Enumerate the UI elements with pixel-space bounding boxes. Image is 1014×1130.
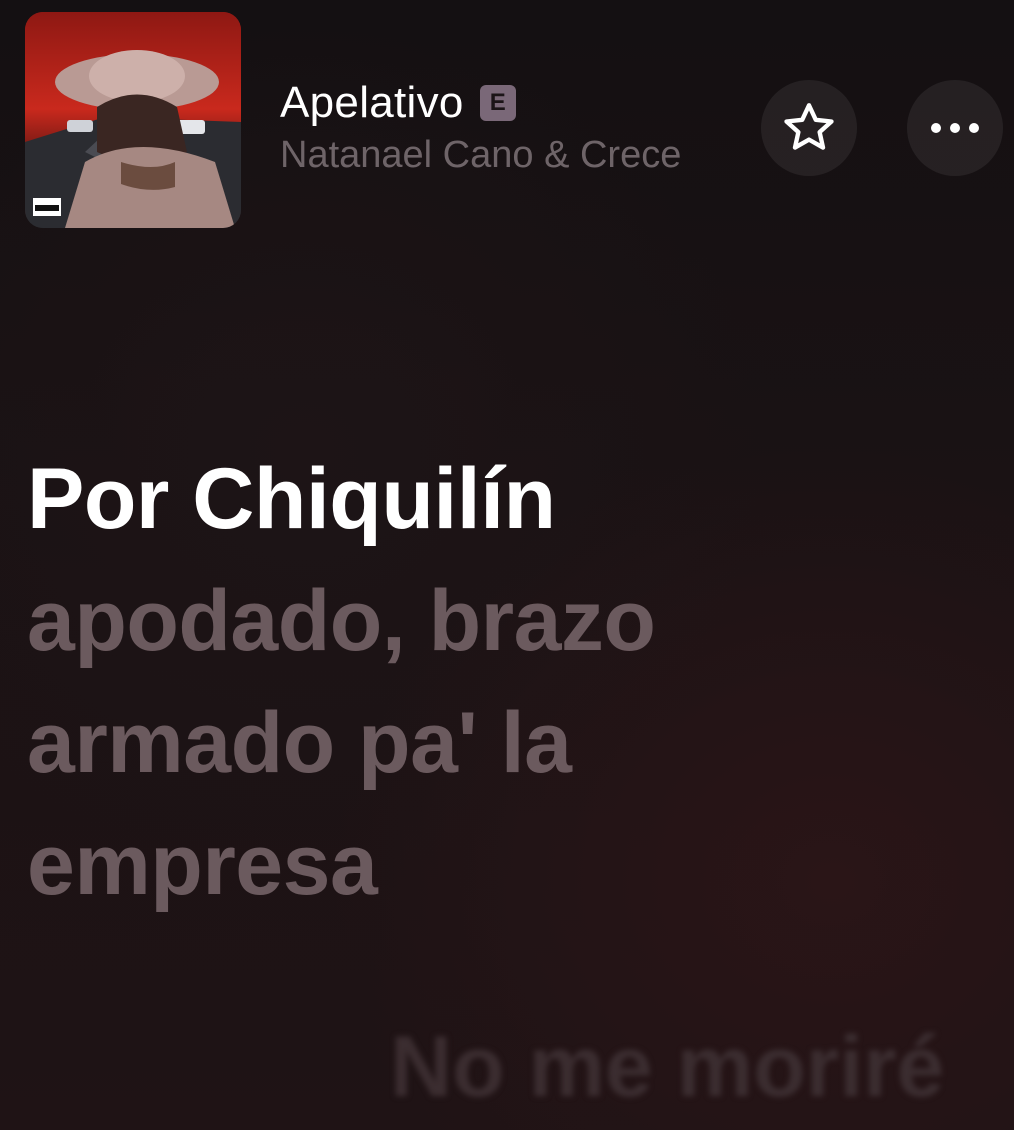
song-info[interactable]: Apelativo E Natanael Cano & Crece [280,74,750,177]
lyric-line-active[interactable]: Por Chiquilín [27,438,987,560]
song-title[interactable]: Apelativo [280,78,464,128]
favorite-button[interactable] [761,80,857,176]
lyric-line-upcoming[interactable]: apodado, brazo armado pa' la empresa [27,560,787,926]
more-options-button[interactable] [907,80,1003,176]
album-artwork-image [25,12,241,228]
artist-name[interactable]: Natanael Cano & Crece [280,134,750,177]
explicit-badge: E [479,85,516,121]
title-row: Apelativo E [280,74,750,132]
star-outline-icon [784,103,834,150]
lyric-line-next[interactable]: No me moriré [390,1012,944,1122]
now-playing-header: Apelativo E Natanael Cano & Crece [0,0,1014,240]
lyrics-view[interactable]: Por Chiquilín apodado, brazo armado pa' … [27,438,987,926]
album-artwork[interactable] [25,12,241,228]
ellipsis-icon [931,123,979,133]
